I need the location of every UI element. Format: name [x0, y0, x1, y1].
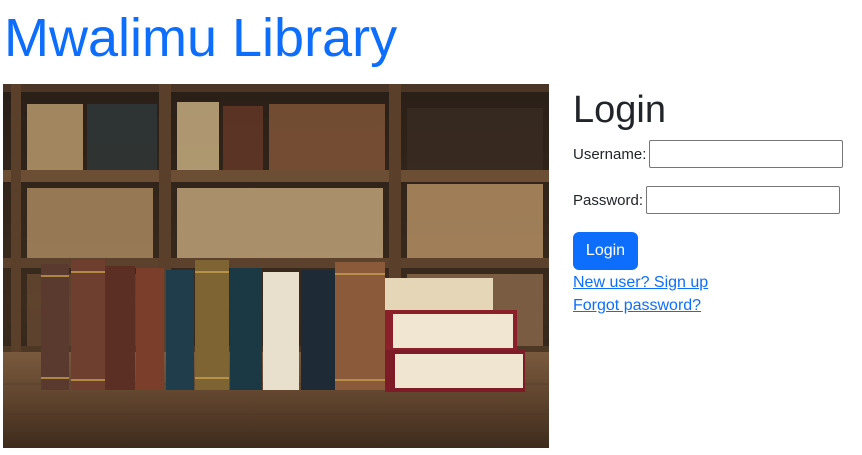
library-books-image [3, 84, 549, 448]
username-label: Username: [573, 145, 647, 163]
password-label: Password: [573, 191, 644, 209]
login-button[interactable]: Login [573, 232, 638, 270]
login-heading: Login [573, 89, 666, 131]
username-row: Username: [573, 140, 844, 168]
password-input[interactable] [646, 186, 841, 214]
login-panel: Login Username: Password: Login New user… [573, 88, 853, 314]
forgot-password-link[interactable]: Forgot password? [573, 297, 701, 315]
password-row: Password: [573, 186, 841, 214]
bookshelf-illustration [3, 84, 549, 448]
site-title: Mwalimu Library [4, 8, 398, 68]
username-input[interactable] [649, 140, 844, 168]
signup-link[interactable]: New user? Sign up [573, 274, 708, 292]
